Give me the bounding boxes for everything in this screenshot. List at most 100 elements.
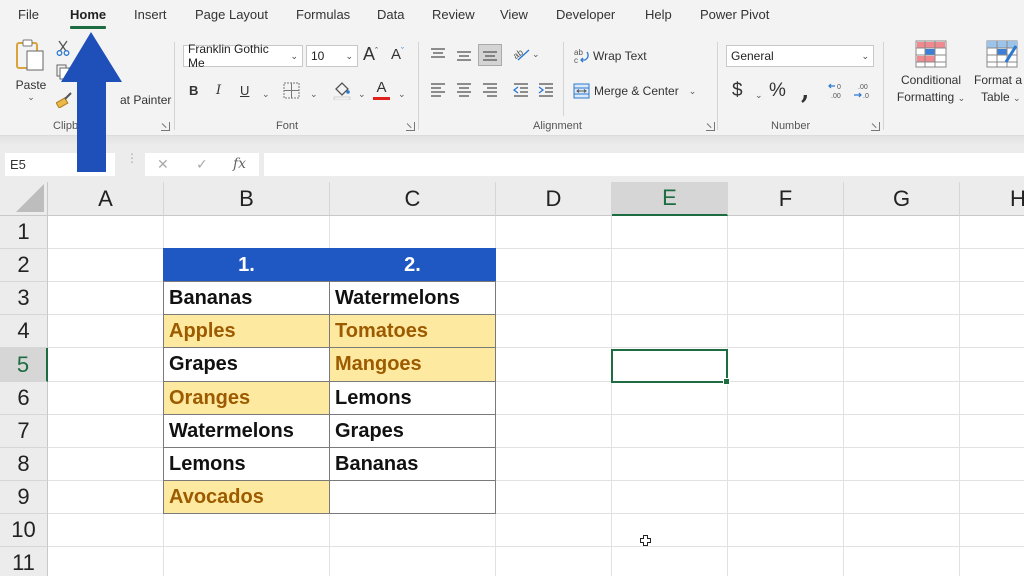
table-cell-c3[interactable]: Watermelons [329, 281, 496, 315]
table-cell-c6[interactable]: Lemons [329, 381, 496, 415]
column-header-h[interactable]: H [960, 182, 1024, 216]
table-cell-b5[interactable]: Grapes [163, 347, 330, 382]
table-cell-b3[interactable]: Bananas [163, 281, 330, 315]
orientation-button[interactable]: ab ⌄ [512, 46, 540, 62]
column-header-e[interactable]: E [612, 182, 728, 216]
tab-home[interactable]: Home [70, 7, 107, 29]
fill-color-dropdown-icon[interactable]: ⌄ [358, 89, 366, 100]
tab-formulas[interactable]: Formulas [296, 7, 350, 22]
copy-button[interactable] [56, 64, 70, 80]
number-format-combo[interactable]: General ⌄ [726, 45, 874, 67]
wrap-text-label: Wrap Text [593, 49, 647, 63]
column-header-f[interactable]: F [728, 182, 844, 216]
row-header-9[interactable]: 9 [0, 481, 48, 514]
row-header-11[interactable]: 11 [0, 547, 48, 576]
align-bottom-button[interactable] [478, 44, 502, 66]
align-right-icon [483, 83, 497, 97]
alignment-launcher-icon[interactable] [706, 122, 715, 131]
decrease-decimal-button[interactable]: .00 .0 [852, 82, 872, 100]
row-header-7[interactable]: 7 [0, 415, 48, 448]
tab-insert[interactable]: Insert [134, 7, 167, 22]
decrease-font-size-button[interactable]: Aˇ [391, 46, 404, 64]
row-header-1[interactable]: 1 [0, 216, 48, 249]
row-header-10[interactable]: 10 [0, 514, 48, 547]
increase-decimal-button[interactable]: 0 .00 [827, 82, 847, 100]
increase-font-size-button[interactable]: Aˆ [363, 44, 378, 65]
format-as-table-button[interactable]: Format a Table ⌄ [972, 40, 1024, 104]
align-top-button[interactable] [430, 48, 446, 60]
name-box[interactable]: E5 [5, 153, 115, 176]
font-color-dropdown-icon[interactable]: ⌄ [398, 89, 406, 100]
column-header-d[interactable]: D [496, 182, 612, 216]
select-all-button[interactable] [0, 182, 48, 216]
bold-button[interactable]: B [189, 83, 198, 98]
row-header-2[interactable]: 2 [0, 249, 48, 282]
increase-indent-button[interactable] [538, 83, 554, 97]
column-header-b[interactable]: B [164, 182, 330, 216]
table-cell-c9[interactable] [329, 480, 496, 514]
font-color-button[interactable]: A [373, 79, 390, 100]
column-header-g[interactable]: G [844, 182, 960, 216]
percent-button[interactable]: % [769, 80, 786, 102]
font-size-combo[interactable]: 10 ⌄ [306, 45, 358, 67]
align-right-button[interactable] [482, 83, 498, 97]
tab-data[interactable]: Data [377, 7, 404, 22]
table-cell-c8[interactable]: Bananas [329, 447, 496, 481]
column-header-a[interactable]: A [48, 182, 164, 216]
wrap-text-button[interactable]: ab c Wrap Text [573, 47, 647, 65]
tab-review[interactable]: Review [432, 7, 475, 22]
cut-button[interactable] [56, 40, 70, 56]
font-launcher-icon[interactable] [406, 122, 415, 131]
enter-icon[interactable]: ✓ [196, 156, 208, 173]
tab-file[interactable]: File [18, 7, 39, 22]
clipboard-launcher-icon[interactable] [161, 122, 170, 131]
align-middle-button[interactable] [456, 50, 472, 62]
currency-button[interactable]: $ [732, 80, 743, 102]
underline-dropdown-icon[interactable]: ⌄ [262, 89, 270, 100]
tab-developer[interactable]: Developer [556, 7, 615, 22]
table-cell-b7[interactable]: Watermelons [163, 414, 330, 448]
table-cell-b9[interactable]: Avocados [163, 480, 330, 514]
row-header-8[interactable]: 8 [0, 448, 48, 481]
paste-dropdown-icon[interactable]: ⌄ [27, 92, 35, 103]
number-launcher-icon[interactable] [871, 122, 880, 131]
table-cell-b6[interactable]: Oranges [163, 381, 330, 415]
tab-help[interactable]: Help [645, 7, 672, 22]
table-header-cell-c2[interactable]: 2. [329, 248, 496, 282]
row-header-6[interactable]: 6 [0, 382, 48, 415]
formula-bar-resize-handle[interactable]: ⋮ [126, 152, 138, 164]
tab-page-layout[interactable]: Page Layout [195, 7, 268, 22]
merge-center-button[interactable]: Merge & Center ⌄ [573, 83, 696, 99]
cancel-icon[interactable]: ✕ [157, 156, 169, 173]
tab-view[interactable]: View [500, 7, 528, 22]
table-cell-c7[interactable]: Grapes [329, 414, 496, 448]
column-header-c[interactable]: C [330, 182, 496, 216]
align-left-button[interactable] [430, 83, 446, 97]
row-header-5[interactable]: 5 [0, 348, 48, 382]
format-painter-button[interactable]: at Painter [56, 92, 171, 108]
row-header-3[interactable]: 3 [0, 282, 48, 315]
underline-button[interactable]: U [240, 83, 249, 98]
fill-color-button[interactable] [332, 80, 352, 100]
align-center-button[interactable] [456, 83, 472, 97]
currency-dropdown-icon[interactable]: ⌄ [755, 90, 763, 101]
align-bottom-icon [483, 51, 497, 61]
borders-button[interactable] [283, 82, 300, 99]
insert-function-icon[interactable]: fx [233, 156, 246, 172]
borders-dropdown-icon[interactable]: ⌄ [310, 89, 318, 100]
active-cell-e5[interactable] [611, 349, 730, 385]
formula-input[interactable] [264, 153, 1024, 176]
comma-style-button[interactable]: , [801, 76, 809, 105]
conditional-formatting-button[interactable]: Conditional Formatting ⌄ [893, 40, 969, 104]
italic-button[interactable]: I [216, 83, 221, 98]
tab-power-pivot[interactable]: Power Pivot [700, 7, 769, 22]
decrease-indent-button[interactable] [513, 83, 529, 97]
table-cell-c5[interactable]: Mangoes [329, 347, 496, 382]
table-cell-b8[interactable]: Lemons [163, 447, 330, 481]
table-cell-c4[interactable]: Tomatoes [329, 314, 496, 348]
paste-button[interactable]: Paste ⌄ [12, 38, 50, 103]
font-name-combo[interactable]: Franklin Gothic Me ⌄ [183, 42, 303, 70]
row-header-4[interactable]: 4 [0, 315, 48, 348]
table-cell-b4[interactable]: Apples [163, 314, 330, 348]
table-header-cell-b2[interactable]: 1. [163, 248, 330, 282]
